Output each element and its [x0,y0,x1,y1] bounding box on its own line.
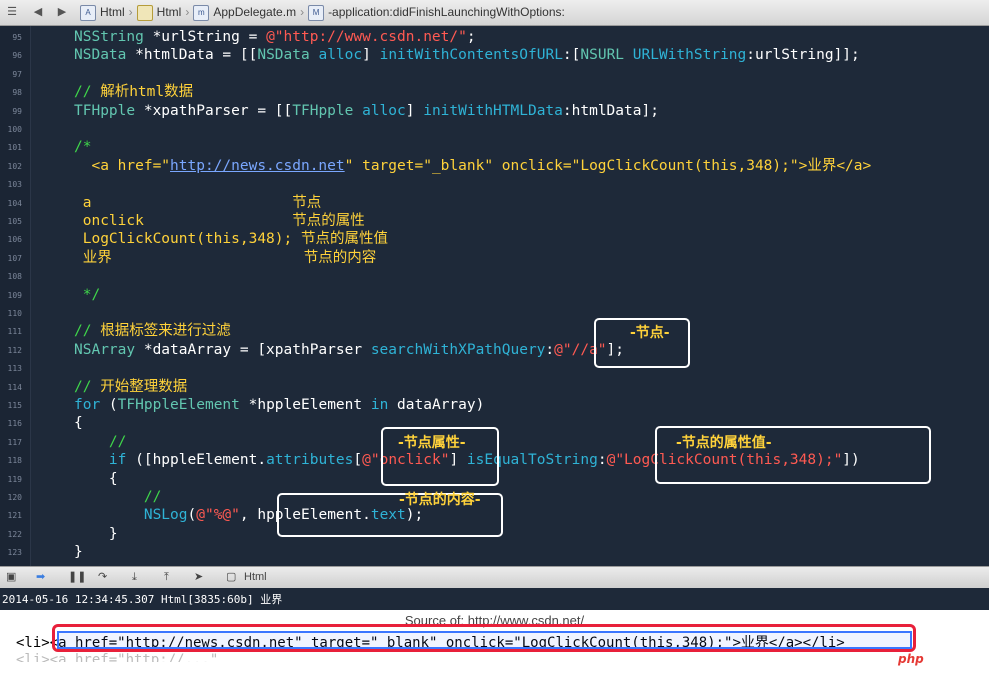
back-arrow-icon[interactable]: ◀ [30,4,46,21]
line-number: 114 [7,382,22,392]
line-number: 120 [7,493,22,502]
line-number: 109 [7,290,22,300]
hide-debug-icon[interactable]: ▣ [6,570,16,585]
line-number: 116 [7,419,22,429]
code-line[interactable]: a 节点 [74,194,322,212]
code-line[interactable]: // 解析html数据 [74,83,193,101]
code-line[interactable]: NSData *htmlData = [[NSData alloc] initW… [74,46,860,64]
line-number: 115 [7,401,22,410]
line-number: 122 [7,529,22,539]
line-number-gutter: 95 96 97 98 99 100 101 102 103 104 105 106 107 108 109… [0,26,31,566]
line-number: 107 [7,253,22,263]
debug-target: Html [244,571,267,583]
code-line[interactable]: // [74,488,161,506]
line-number: 110 [7,309,22,318]
code-line[interactable]: // 开始整理数据 [74,378,187,396]
code-line[interactable]: LogClickCount(this,348); 节点的属性值 [74,230,388,248]
code-line[interactable]: // [74,433,126,451]
annotation-attr-value: -节点的属性值- [676,435,772,451]
watermark: php中文网 [898,648,966,668]
line-number: 105 [7,217,22,226]
watermark-text: 中文网 [923,651,966,667]
annotation-content: -节点的内容- [399,492,481,508]
line-number: 104 [7,198,22,208]
method-icon: M [308,4,325,21]
target-icon: ▢ [226,571,237,583]
related-items-icon[interactable]: ☰ [4,4,20,21]
line-number: 101 [7,143,22,153]
code-line[interactable]: } [74,525,118,543]
code-line[interactable]: NSString *urlString = @"http://www.csdn.… [74,28,476,46]
console: 2014-05-16 12:34:45.307 Html[3835:60b] 业… [0,588,989,610]
forward-arrow-icon[interactable]: ▶ [54,4,70,21]
code-editor[interactable]: 95 96 97 98 99 100 101 102 103 104 105 106 107 108 109… [0,26,989,566]
line-number: 97 [12,69,22,79]
line-number: 96 [12,51,22,61]
breadcrumb-group[interactable]: Html [157,4,182,21]
jump-bar: ☰ ◀ ▶ A Html › Html › m AppDelegate.m › … [0,0,989,26]
line-number: 99 [12,106,22,116]
line-number: 117 [7,437,22,447]
step-over-icon[interactable]: ↷ [98,570,107,585]
line-number: 118 [7,456,22,466]
code-line[interactable]: TFHpple *xpathParser = [[TFHpple alloc] … [74,102,659,120]
location-icon[interactable]: ➤ [194,570,203,585]
breadcrumb: A Html › Html › m AppDelegate.m › M -app… [80,4,565,21]
debug-bar: ▣ ➡ ❚❚ ↷ ⤓ ⤒ ➤ ▢ Html [0,566,989,589]
file-m-icon: m [193,4,210,21]
breadcrumb-method[interactable]: -application:didFinishLaunchingWithOptio… [328,4,565,21]
code-line[interactable]: onclick 节点的属性 [74,212,365,230]
code-line[interactable]: <a href="http://news.csdn.net" target="_… [74,157,871,175]
breakpoints-icon[interactable]: ➡ [36,570,45,585]
code-line[interactable]: { [74,414,83,432]
code-line[interactable]: /* [74,138,91,156]
project-icon: A [80,4,96,21]
step-in-icon[interactable]: ⤓ [132,570,137,585]
step-out-icon[interactable]: ⤒ [164,570,169,585]
annotation-node: -节点- [630,325,670,341]
pause-icon[interactable]: ❚❚ [68,570,86,585]
line-number: 111 [7,327,22,337]
line-number: 98 [12,88,22,98]
code-line[interactable]: */ [74,286,100,304]
code-line[interactable]: 业界 节点的内容 [74,249,377,267]
code-line[interactable]: { [74,470,118,488]
breadcrumb-project[interactable]: Html [100,4,125,21]
breadcrumb-file[interactable]: AppDelegate.m [213,4,296,21]
line-number: 108 [7,272,22,282]
line-number: 112 [7,345,22,355]
code-line[interactable]: } [74,543,83,561]
code-line[interactable]: for (TFHppleElement *hppleElement in dat… [74,396,484,414]
line-number: 103 [7,180,22,190]
folder-icon [136,4,153,21]
console-output: 2014-05-16 12:34:45.307 Html[3835:60b] 业… [2,593,283,606]
annotation-attr: -节点属性- [398,435,466,451]
line-number: 119 [7,474,22,484]
line-number: 113 [7,364,22,374]
line-number: 100 [7,125,22,134]
line-number: 123 [7,548,22,558]
code-line[interactable]: // 根据标签来进行过滤 [74,322,231,340]
highlight-box-blue [57,631,912,649]
line-number: 121 [7,511,22,521]
line-number: 95 [12,33,22,42]
source-next-line: <li><a href="http://..." [16,652,219,662]
watermark-brand: php [898,652,924,666]
line-number: 106 [7,235,22,245]
line-number: 102 [7,161,22,171]
code-line[interactable]: NSArray *dataArray = [xpathParser search… [74,341,624,359]
